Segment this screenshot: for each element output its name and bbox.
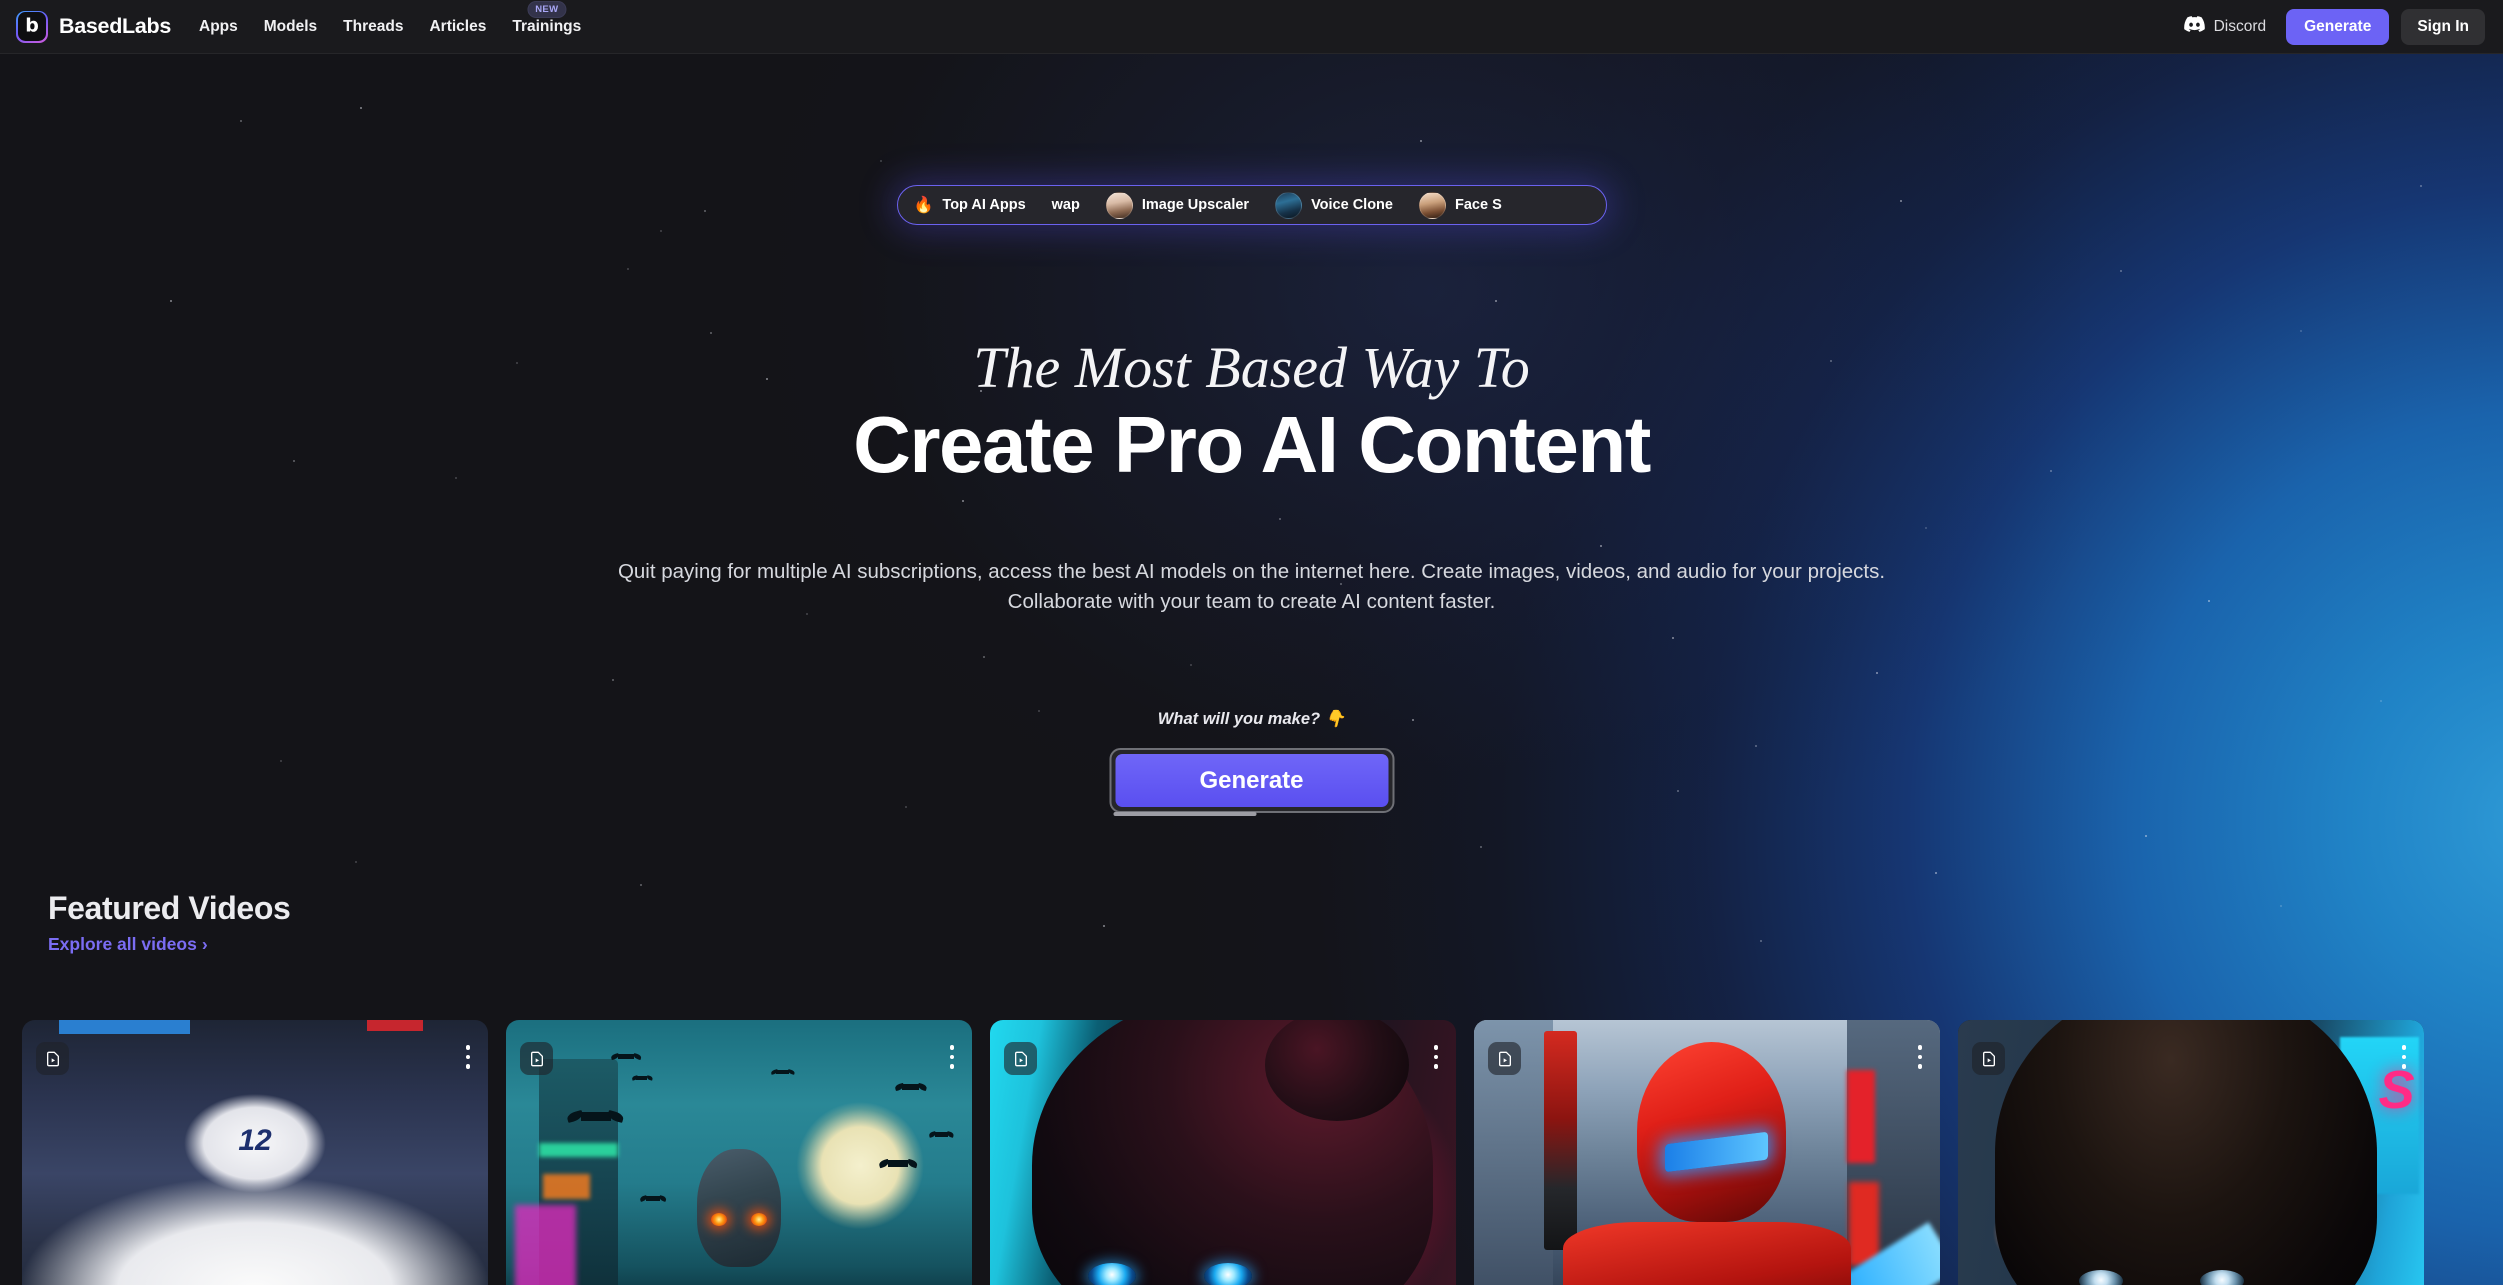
generate-progress-bar xyxy=(1113,812,1257,816)
nav-right-group: Discord Generate Sign In xyxy=(2183,8,2485,45)
new-badge: NEW xyxy=(527,0,567,18)
discord-label: Discord xyxy=(2213,17,2267,35)
explore-all-videos-link[interactable]: Explore all videos › xyxy=(48,934,208,955)
video-thumbnail: 12 xyxy=(22,1020,488,1285)
cyborg-skull xyxy=(697,1148,781,1267)
nav-left-group: b BasedLabs Apps Models Threads Articles… xyxy=(16,0,582,43)
featured-videos-header: Featured Videos Explore all videos › xyxy=(48,890,291,955)
marquee-item-top-ai-apps[interactable]: 🔥 Top AI Apps xyxy=(914,195,1026,215)
top-ai-apps-marquee[interactable]: 🔥 Top AI Apps wap Image Upscaler Voice C… xyxy=(896,185,1607,225)
video-file-icon xyxy=(520,1042,553,1075)
generate-button-nav[interactable]: Generate xyxy=(2286,8,2390,45)
nav-link-trainings[interactable]: NEW Trainings xyxy=(512,0,582,36)
hero-subtitle: Quit paying for multiple AI subscription… xyxy=(617,560,1886,614)
avatar xyxy=(1105,191,1133,219)
explore-all-videos-label: Explore all videos xyxy=(48,934,197,954)
marquee-label-top-ai-apps: Top AI Apps xyxy=(942,197,1026,213)
cta-prompt-label: What will you make? 👇 xyxy=(1157,710,1346,728)
video-card[interactable]: 12 xyxy=(22,1020,488,1285)
video-file-icon xyxy=(1488,1042,1521,1075)
scoreboard-banner-red xyxy=(366,1020,423,1032)
video-file-icon xyxy=(1004,1042,1037,1075)
generate-button-hero[interactable]: Generate xyxy=(1115,754,1388,807)
video-thumbnail xyxy=(506,1020,972,1285)
marquee-label-face-swap-truncated: wap xyxy=(1051,197,1080,213)
featured-videos-title: Featured Videos xyxy=(48,890,291,926)
discord-link[interactable]: Discord xyxy=(2183,16,2267,37)
nav-link-trainings-label: Trainings xyxy=(512,17,582,35)
top-ai-apps-pill[interactable]: 🔥 Top AI Apps wap Image Upscaler Voice C… xyxy=(896,185,1607,225)
video-options-menu-icon[interactable] xyxy=(465,1045,470,1069)
generate-button-focus-ring: Generate xyxy=(1109,748,1394,816)
bat-icon xyxy=(888,1160,909,1167)
bat-icon xyxy=(617,1053,634,1059)
marquee-item-image-upscaler[interactable]: Image Upscaler xyxy=(1105,191,1250,219)
marquee-label-voice-clone: Voice Clone xyxy=(1311,197,1393,213)
featured-videos-carousel[interactable]: 12 S xyxy=(22,1020,2503,1285)
logo-glyph: b xyxy=(25,14,39,37)
basedlabs-logo-icon[interactable]: b xyxy=(16,10,48,43)
nav-link-articles[interactable]: Articles xyxy=(429,18,486,36)
bat-icon xyxy=(645,1196,660,1202)
rifle xyxy=(1543,1031,1577,1250)
blue-eye-right xyxy=(1204,1262,1253,1285)
video-thumbnail xyxy=(1474,1020,1940,1285)
neon-pink-strip xyxy=(515,1204,576,1285)
nav-link-articles-label: Articles xyxy=(429,17,487,35)
sign-in-button[interactable]: Sign In xyxy=(2401,8,2485,45)
jersey-number: 12 xyxy=(238,1123,272,1157)
red-neon-sign-lower xyxy=(1849,1182,1880,1267)
neon-orange-strip xyxy=(543,1174,590,1200)
video-thumbnail: S xyxy=(1958,1020,2424,1285)
video-options-menu-icon[interactable] xyxy=(1917,1045,1922,1069)
red-neon-sign xyxy=(1846,1070,1875,1163)
avatar xyxy=(1418,191,1446,219)
video-card[interactable]: S xyxy=(1958,1020,2424,1285)
video-thumbnail xyxy=(990,1020,1456,1285)
glowing-eye-left xyxy=(711,1212,728,1226)
bat-icon xyxy=(902,1084,920,1091)
bat-icon xyxy=(934,1132,948,1137)
top-navigation-bar: b BasedLabs Apps Models Threads Articles… xyxy=(0,0,2503,54)
neon-green-strip xyxy=(538,1143,618,1158)
scoreboard-banner xyxy=(59,1020,190,1034)
nav-link-threads[interactable]: Threads xyxy=(343,18,403,36)
marquee-label-face-swap: Face S xyxy=(1454,197,1502,213)
hero-headline-line-1: The Most Based Way To xyxy=(973,335,1530,400)
fire-icon: 🔥 xyxy=(913,197,934,214)
nav-link-models[interactable]: Models xyxy=(264,18,317,36)
video-options-menu-icon[interactable] xyxy=(1433,1045,1438,1069)
marquee-item-face-swap[interactable]: Face S xyxy=(1418,191,1502,219)
video-card[interactable] xyxy=(506,1020,972,1285)
video-card[interactable] xyxy=(990,1020,1456,1285)
hero-headline-line-2: Create Pro AI Content xyxy=(853,400,1651,489)
video-options-menu-icon[interactable] xyxy=(2401,1045,2406,1069)
blue-eye-left xyxy=(1087,1262,1136,1285)
nav-link-apps[interactable]: Apps xyxy=(199,18,238,36)
discord-icon xyxy=(2183,16,2205,37)
avatar xyxy=(1275,191,1303,219)
marquee-track: 🔥 Top AI Apps wap Image Upscaler Voice C… xyxy=(898,191,1528,219)
chevron-right-icon: › xyxy=(201,934,208,954)
video-file-icon xyxy=(36,1042,69,1075)
marquee-item-face-swap-truncated[interactable]: wap xyxy=(1052,197,1080,213)
bat-icon xyxy=(580,1112,611,1122)
bat-icon xyxy=(636,1076,648,1080)
nav-link-threads-label: Threads xyxy=(343,17,404,35)
hair xyxy=(1995,1020,2378,1285)
video-file-icon xyxy=(1972,1042,2005,1075)
marquee-label-image-upscaler: Image Upscaler xyxy=(1141,197,1250,213)
armor-torso xyxy=(1562,1221,1852,1285)
marquee-item-voice-clone[interactable]: Voice Clone xyxy=(1275,191,1393,219)
nav-link-apps-label: Apps xyxy=(199,17,238,35)
logo-inner: b xyxy=(17,12,47,41)
glowing-eye-right xyxy=(750,1212,767,1226)
video-options-menu-icon[interactable] xyxy=(949,1045,954,1069)
video-card[interactable] xyxy=(1474,1020,1940,1285)
pink-neon-letter: S xyxy=(2378,1060,2415,1121)
brand-name[interactable]: BasedLabs xyxy=(59,14,171,39)
nav-link-models-label: Models xyxy=(263,17,318,35)
bat-icon xyxy=(776,1070,790,1075)
